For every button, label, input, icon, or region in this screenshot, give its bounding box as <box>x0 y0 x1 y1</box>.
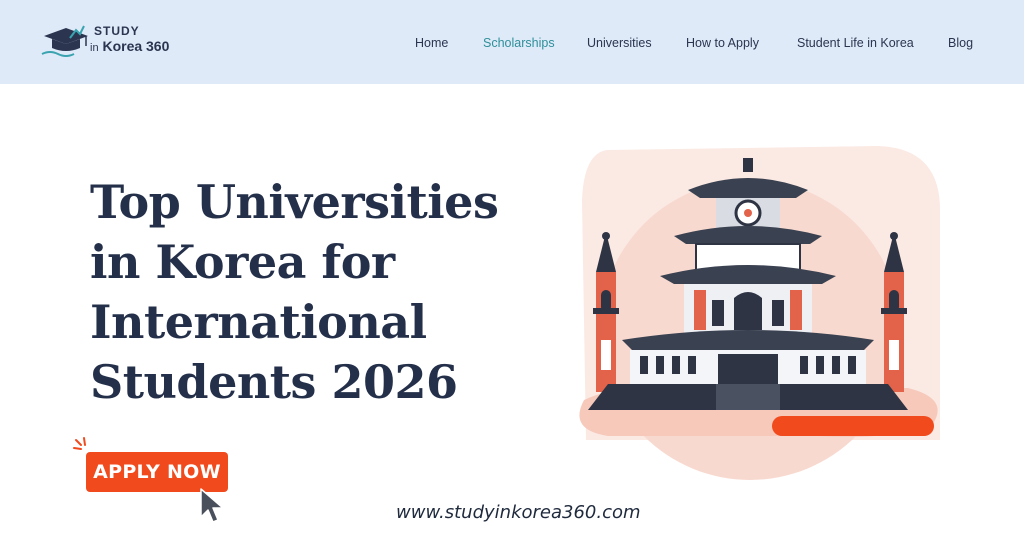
hero-title: Top Universities in Korea for Internatio… <box>90 172 530 412</box>
mouse-pointer-icon <box>200 488 224 523</box>
hero-title-line: in Korea for <box>90 235 395 289</box>
website-url: www.studyinkorea360.com <box>396 502 641 523</box>
hero-title-line: Students 2026 <box>90 355 458 409</box>
site-header: STUDY in Korea 360 Home Scholarships Uni… <box>0 0 1024 84</box>
hero-title-line: International <box>90 295 427 349</box>
nav-student-life[interactable]: Student Life in Korea <box>797 36 914 50</box>
nav-home[interactable]: Home <box>415 36 448 50</box>
nav-how-to-apply[interactable]: How to Apply <box>686 36 759 50</box>
nav-blog[interactable]: Blog <box>948 36 973 50</box>
university-building-illustration <box>579 146 940 480</box>
nav-universities[interactable]: Universities <box>587 36 652 50</box>
nav-scholarships[interactable]: Scholarships <box>483 36 555 50</box>
hero-title-line: Top Universities <box>90 175 499 229</box>
main-nav: Home Scholarships Universities How to Ap… <box>0 36 1024 54</box>
apply-now-button[interactable]: APPLY NOW <box>86 452 228 492</box>
